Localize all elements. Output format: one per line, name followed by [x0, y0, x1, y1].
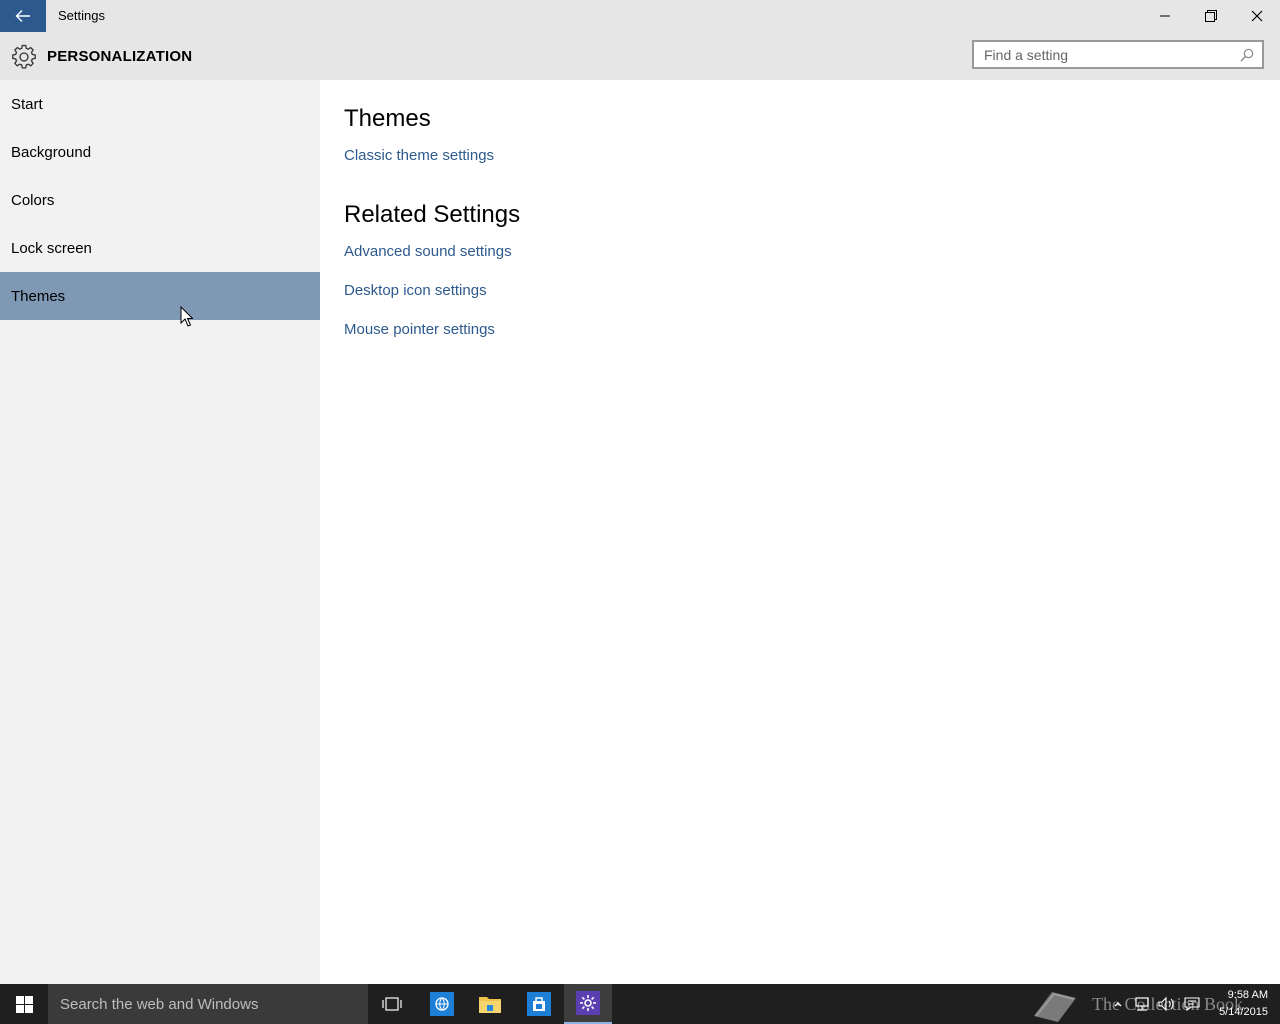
classic-theme-settings-link[interactable]: Classic theme settings	[344, 147, 520, 164]
window-title: Settings	[58, 8, 105, 23]
file-explorer-icon	[479, 997, 501, 1013]
taskbar-search-placeholder: Search the web and Windows	[60, 995, 259, 1013]
restore-button[interactable]	[1188, 0, 1234, 32]
internet-explorer-button[interactable]	[418, 984, 466, 1024]
start-button[interactable]	[0, 984, 48, 1024]
action-center-button[interactable]	[1182, 994, 1202, 1014]
speaker-icon	[1158, 996, 1174, 1012]
sidebar-item-label: Themes	[11, 287, 66, 305]
sidebar-item-label: Background	[11, 143, 92, 161]
close-icon	[1251, 10, 1263, 22]
settings-icon	[576, 991, 600, 1015]
mouse-pointer-settings-link[interactable]: Mouse pointer settings	[344, 321, 520, 338]
internet-explorer-icon	[430, 992, 454, 1016]
page-title: PERSONALIZATION	[47, 48, 193, 65]
settings-taskbar-button[interactable]	[564, 984, 612, 1024]
book-icon	[1034, 992, 1076, 1022]
desktop-icon-settings-link[interactable]: Desktop icon settings	[344, 282, 520, 299]
store-button[interactable]	[515, 984, 563, 1024]
network-button[interactable]	[1132, 994, 1152, 1014]
clock-date: 5/14/2015	[1219, 1006, 1268, 1018]
close-button[interactable]	[1234, 0, 1280, 32]
mouse-cursor-icon	[180, 306, 193, 327]
network-icon	[1135, 997, 1149, 1011]
sidebar-item-lock-screen[interactable]: Lock screen	[0, 224, 320, 272]
advanced-sound-settings-link[interactable]: Advanced sound settings	[344, 243, 520, 260]
file-explorer-button[interactable]	[466, 984, 514, 1024]
back-button[interactable]	[0, 0, 46, 32]
store-icon	[527, 992, 551, 1016]
minimize-icon	[1160, 15, 1170, 17]
search-input[interactable]	[974, 42, 1234, 67]
sidebar-item-themes[interactable]: Themes	[0, 272, 320, 320]
sidebar-item-label: Colors	[11, 191, 55, 209]
restore-icon	[1205, 10, 1217, 22]
title-bar: Settings	[0, 0, 1280, 32]
action-center-icon	[1184, 997, 1200, 1012]
taskbar-clock[interactable]: 9:58 AM 5/14/2015	[1206, 987, 1268, 1021]
chevron-up-icon	[1114, 1002, 1122, 1007]
windows-logo-icon	[15, 995, 33, 1013]
related-settings-heading: Related Settings	[344, 201, 521, 228]
clock-time: 9:58 AM	[1227, 989, 1268, 1001]
search-box[interactable]	[972, 40, 1264, 69]
gear-icon	[12, 44, 36, 69]
themes-heading: Themes	[344, 105, 431, 132]
sidebar: Start Background Colors Lock screen Them…	[0, 80, 320, 984]
task-view-button[interactable]	[368, 984, 416, 1024]
sidebar-item-label: Lock screen	[11, 239, 92, 257]
show-hidden-icons-button[interactable]	[1108, 994, 1128, 1014]
search-icon[interactable]	[1240, 48, 1254, 62]
sidebar-item-colors[interactable]: Colors	[0, 176, 320, 224]
page-header: PERSONALIZATION	[0, 32, 1280, 80]
taskbar: Search the web and Windows The Collectio…	[0, 984, 1280, 1024]
back-arrow-icon	[15, 10, 30, 22]
sidebar-item-label: Start	[11, 95, 43, 113]
minimize-button[interactable]	[1142, 0, 1188, 32]
volume-button[interactable]	[1156, 994, 1176, 1014]
sidebar-item-start[interactable]: Start	[0, 80, 320, 128]
task-view-icon	[382, 997, 402, 1011]
taskbar-search-box[interactable]: Search the web and Windows	[48, 984, 368, 1024]
sidebar-item-background[interactable]: Background	[0, 128, 320, 176]
main-content: Themes Classic theme settings Related Se…	[344, 80, 520, 338]
